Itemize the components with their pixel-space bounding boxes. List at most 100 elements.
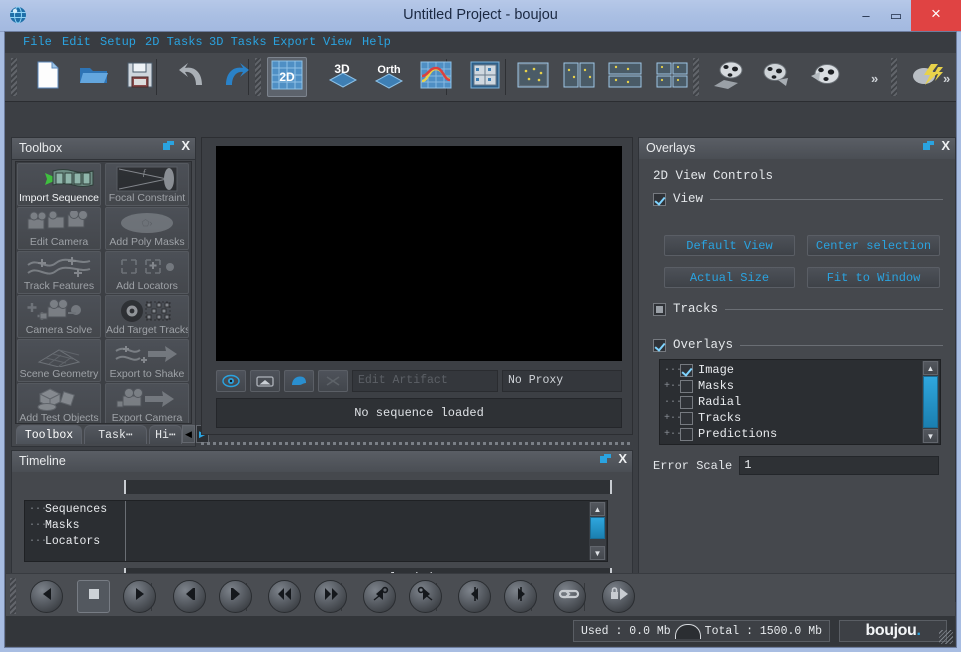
float-icon[interactable] bbox=[923, 141, 935, 151]
ball-solve-button[interactable] bbox=[805, 57, 845, 97]
expand-plus-icon[interactable]: +·· bbox=[664, 381, 682, 392]
loop-button[interactable] bbox=[553, 580, 586, 613]
toolbox-item-camera-solve[interactable]: Camera Solve bbox=[17, 295, 101, 338]
expand-plus-icon[interactable]: +·· bbox=[664, 429, 682, 440]
expand-plus-icon[interactable]: +·· bbox=[664, 413, 682, 424]
window-resize-grip[interactable] bbox=[939, 630, 953, 644]
overlay-item-checkbox[interactable] bbox=[680, 379, 693, 393]
new-project-button[interactable] bbox=[28, 57, 68, 97]
step-back-button[interactable] bbox=[173, 580, 206, 613]
view-orth-button[interactable]: Orth bbox=[369, 57, 409, 97]
go-to-start-button[interactable] bbox=[30, 580, 63, 613]
toolbar-grip[interactable] bbox=[11, 58, 17, 96]
minimize-button[interactable]: – bbox=[851, 0, 881, 31]
layout-quad-button[interactable] bbox=[652, 57, 692, 97]
monitor-icon[interactable] bbox=[250, 370, 280, 392]
play-button[interactable] bbox=[123, 580, 156, 613]
layout-dual-button[interactable] bbox=[559, 57, 599, 97]
range-start-button[interactable] bbox=[458, 580, 491, 613]
prev-key-button[interactable] bbox=[363, 580, 396, 613]
timeline-scrollbar[interactable]: ▲ ▼ bbox=[589, 502, 606, 560]
view-group-checkbox[interactable] bbox=[653, 192, 666, 206]
overlay-item-checkbox[interactable] bbox=[680, 411, 693, 425]
split-grid-button[interactable] bbox=[465, 57, 505, 97]
artifact-cross-icon[interactable] bbox=[318, 370, 348, 392]
tracks-group-checkbox[interactable] bbox=[653, 302, 666, 316]
overlay-item-checkbox[interactable] bbox=[680, 443, 693, 444]
scroll-up-icon[interactable]: ▲ bbox=[923, 361, 938, 375]
center-selection-button[interactable]: Center selection bbox=[807, 235, 940, 256]
open-project-button[interactable] bbox=[74, 57, 114, 97]
toolbox-item-add-locators[interactable]: Add Locators bbox=[105, 251, 189, 294]
jump-forward-button[interactable] bbox=[314, 580, 347, 613]
proxy-field[interactable]: No Proxy bbox=[502, 370, 622, 392]
toolbox-scroll-left[interactable]: ◀ bbox=[182, 425, 195, 443]
toolbox-item-add-target-tracks[interactable]: Add Target Tracks bbox=[105, 295, 189, 338]
toolbar-grip[interactable] bbox=[891, 58, 897, 96]
graph-view-button[interactable] bbox=[416, 57, 456, 97]
layout-stacked-button[interactable] bbox=[605, 57, 645, 97]
camera-eye-icon[interactable] bbox=[216, 370, 246, 392]
overlay-tree-item[interactable]: ···· Radial bbox=[660, 394, 922, 410]
menu-item-help[interactable]: Help bbox=[362, 35, 391, 50]
range-end-button[interactable] bbox=[504, 580, 537, 613]
view-2d-button[interactable]: 2D bbox=[267, 57, 307, 97]
toolbox-item-add-test-objects[interactable]: Add Test Objects bbox=[17, 383, 101, 423]
tab-task-[interactable]: Task⋯ bbox=[84, 425, 147, 444]
tab-hi-[interactable]: Hi⋯ bbox=[149, 425, 182, 444]
overlay-item-checkbox[interactable] bbox=[680, 363, 693, 377]
jump-back-button[interactable] bbox=[268, 580, 301, 613]
scroll-up-icon[interactable]: ▲ bbox=[590, 502, 605, 516]
timeline-tree[interactable]: ··· Sequences ··· Masks ··· Locators bbox=[25, 501, 126, 561]
toolbox-item-import-sequence[interactable]: Import Sequence bbox=[17, 163, 101, 206]
toolbox-item-focal-constraint[interactable]: f Focal Constraint bbox=[105, 163, 189, 206]
undo-button[interactable] bbox=[172, 57, 212, 97]
overlay-item-checkbox[interactable] bbox=[680, 395, 693, 409]
scrollbar-thumb[interactable] bbox=[590, 517, 605, 539]
close-icon[interactable]: X bbox=[618, 452, 627, 465]
next-key-button[interactable] bbox=[409, 580, 442, 613]
camera-solve-button[interactable] bbox=[757, 57, 797, 97]
menu-item-view[interactable]: View bbox=[323, 35, 352, 50]
redo-button[interactable] bbox=[216, 57, 256, 97]
overlays-tree[interactable]: ···· Image +·· Masks ···· Radial +·· Tracks +·· P… bbox=[659, 359, 941, 445]
error-scale-input[interactable]: 1 bbox=[739, 456, 940, 475]
maximize-button[interactable]: ▭ bbox=[881, 0, 911, 31]
overlay-tree-item[interactable]: +·· Masks bbox=[660, 378, 922, 394]
lock-playback-button[interactable] bbox=[602, 580, 635, 613]
close-icon[interactable]: X bbox=[181, 139, 190, 152]
timeline-tree-item[interactable]: ··· Masks bbox=[25, 517, 125, 533]
timeline-track-area[interactable]: ··· Sequences ··· Masks ··· Locators ▲ ▼ bbox=[24, 500, 608, 562]
save-project-button[interactable] bbox=[120, 57, 160, 97]
timeline-ruler[interactable] bbox=[124, 480, 612, 494]
scroll-down-icon[interactable]: ▼ bbox=[923, 429, 938, 443]
overlay-tree-item[interactable]: +·· Predictions bbox=[660, 426, 922, 442]
float-icon[interactable] bbox=[600, 454, 612, 464]
toolbox-item-scene-geometry[interactable]: Scene Geometry bbox=[17, 339, 101, 382]
menu-item-setup[interactable]: Setup bbox=[100, 35, 136, 50]
stop-button[interactable] bbox=[77, 580, 110, 613]
view-3d-button[interactable]: 3D bbox=[323, 57, 363, 97]
track-features-button[interactable] bbox=[708, 57, 748, 97]
overlay-tree-item[interactable]: ···· Image bbox=[660, 362, 922, 378]
menu-item-file[interactable]: File bbox=[23, 35, 52, 50]
toolbar-overflow-left[interactable]: » bbox=[871, 71, 878, 86]
step-forward-button[interactable] bbox=[219, 580, 252, 613]
fit-to-window-button[interactable]: Fit to Window bbox=[807, 267, 940, 288]
panel-splitter[interactable] bbox=[201, 442, 633, 445]
export-button[interactable] bbox=[908, 57, 948, 97]
tab-toolbox[interactable]: Toolbox bbox=[16, 425, 82, 444]
menu-item-3d-tasks[interactable]: 3D Tasks bbox=[209, 35, 267, 50]
actual-size-button[interactable]: Actual Size bbox=[664, 267, 795, 288]
close-button[interactable]: × bbox=[911, 0, 961, 31]
edit-artifact-field[interactable]: Edit Artifact bbox=[352, 370, 498, 392]
toolbox-item-edit-camera[interactable]: Edit Camera bbox=[17, 207, 101, 250]
timeline-tree-item[interactable]: ··· Locators bbox=[25, 533, 125, 549]
viewport-canvas[interactable] bbox=[216, 146, 622, 361]
toolbox-item-export-camera[interactable]: Export Camera bbox=[105, 383, 189, 423]
toolbar-grip[interactable] bbox=[693, 58, 699, 96]
close-icon[interactable]: X bbox=[941, 139, 950, 152]
timeline-tree-item[interactable]: ··· Sequences bbox=[25, 501, 125, 517]
layout-single-button[interactable] bbox=[513, 57, 553, 97]
scrollbar-thumb[interactable] bbox=[923, 376, 938, 428]
